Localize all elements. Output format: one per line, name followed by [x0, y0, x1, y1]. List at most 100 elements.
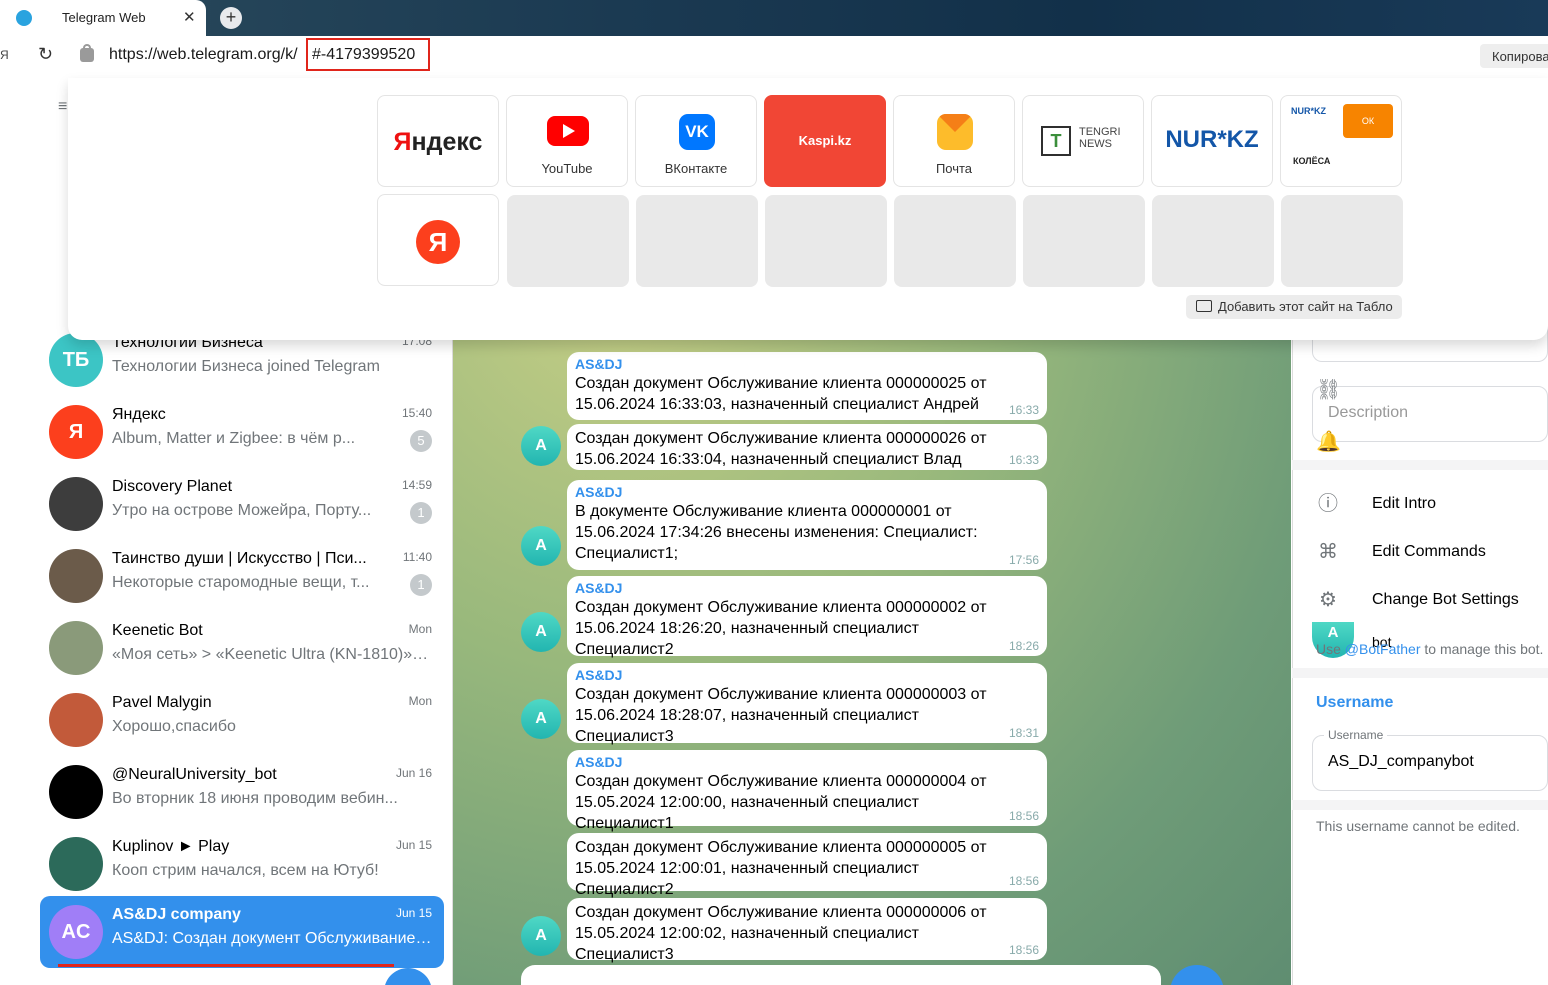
add-to-tablo-button[interactable]: Добавить этот сайт на Табло — [1186, 295, 1402, 319]
link-icon: ⛓ — [1316, 379, 1342, 401]
botfather-suffix: to manage this bot. — [1420, 641, 1544, 657]
separator — [1292, 460, 1548, 470]
tile-vk[interactable]: VK ВКонтакте — [635, 95, 757, 187]
chat-name: Таинство души | Искусство | Пси... — [112, 550, 367, 567]
message-bubble[interactable]: AS&DJ Создан документ Обслуживание клиент… — [567, 352, 1047, 420]
mini-kolesa: КОЛЁСА — [1293, 156, 1331, 166]
new-tab-button[interactable]: + — [220, 7, 242, 29]
chat-item[interactable]: Таинство души | Искусство | Пси... Некото… — [40, 540, 444, 612]
message-text: Создан документ Обслуживание клиента 000… — [575, 686, 987, 745]
tile-empty[interactable] — [1152, 195, 1274, 287]
tile-kaspi[interactable]: Kaspi.kz — [764, 95, 886, 187]
message-input[interactable] — [521, 965, 1161, 985]
chat-last-message: Технологии Бизнеса joined Telegram — [112, 358, 380, 375]
chat-item[interactable]: Я Яндекс Album, Matter и Zigbee: в чём р..… — [40, 396, 444, 468]
avatar — [49, 693, 103, 747]
telegram-icon — [16, 10, 32, 26]
sender-avatar[interactable]: A — [521, 426, 561, 466]
chat-item[interactable]: AC AS&DJ company AS&DJ: Создан документ Об… — [40, 896, 444, 968]
tile-nurkz[interactable]: NUR*KZ — [1151, 95, 1273, 187]
message-bubble[interactable]: AS&DJ Создан документ Обслуживание клиент… — [567, 663, 1047, 745]
yandex-browser-icon[interactable]: Я — [0, 48, 14, 64]
message-time: 18:56 — [1008, 943, 1039, 957]
avatar: ТБ — [49, 333, 103, 387]
message-sender: AS&DJ — [575, 667, 623, 683]
botfather-link[interactable]: @BotFather — [1345, 641, 1421, 657]
message-text: Создан документ Обслуживание клиента 000… — [575, 773, 987, 832]
yandex-logo: Яндекс — [393, 128, 483, 156]
tile-empty[interactable] — [1281, 195, 1403, 287]
tile-group[interactable]: NUR*KZ ОК КОЛЁСА — [1280, 95, 1402, 187]
info-icon: ⓘ — [1318, 493, 1338, 515]
chat-time: Mon — [408, 694, 432, 708]
tile-empty[interactable] — [1023, 195, 1145, 287]
youtube-icon — [547, 116, 589, 146]
annotation-underline — [58, 964, 394, 967]
chat-name: Keenetic Bot — [112, 622, 203, 639]
menu-icon[interactable]: ≡ — [58, 98, 67, 116]
copy-button[interactable]: Копирова — [1480, 44, 1548, 68]
tengri-line1: TENGRI — [1079, 126, 1121, 138]
avatar — [49, 477, 103, 531]
chat-name: AS&DJ company — [112, 906, 241, 923]
chat-time: Mon — [408, 622, 432, 636]
chat-last-message: Album, Matter и Zigbee: в чём р... — [112, 430, 356, 447]
chat-item[interactable]: @NeuralUniversity_bot Во вторник 18 июня … — [40, 756, 444, 828]
chat-last-message: Утро на острове Можейра, Порту... — [112, 502, 372, 519]
chat-item[interactable]: Pavel Malygin Хорошо,спасибо Mon — [40, 684, 444, 756]
username-value: AS_DJ_companybot — [1328, 753, 1474, 770]
edit-intro-item[interactable]: Edit Intro — [1372, 495, 1436, 513]
unread-badge: 1 — [410, 574, 432, 596]
edit-commands-item[interactable]: Edit Commands — [1372, 543, 1486, 561]
tile-mail[interactable]: Почта — [893, 95, 1015, 187]
reload-icon[interactable]: ↻ — [38, 44, 53, 65]
bot-icon: ⚙ — [1319, 589, 1337, 611]
separator — [1292, 800, 1548, 810]
tile-empty[interactable] — [636, 195, 758, 287]
message-sender: AS&DJ — [575, 754, 623, 770]
unread-badge: 5 — [410, 430, 432, 452]
tile-empty[interactable] — [894, 195, 1016, 287]
tile-empty[interactable] — [507, 195, 629, 287]
close-icon[interactable]: ✕ — [183, 8, 196, 26]
message-bubble[interactable]: Создан документ Обслуживание клиента 000… — [567, 833, 1047, 898]
tile-label: YouTube — [541, 161, 593, 176]
message-bubble[interactable]: Создан документ Обслуживание клиента 000… — [567, 898, 1047, 963]
message-time: 18:56 — [1008, 874, 1039, 888]
chat-name: Kuplinov ► Play — [112, 838, 230, 855]
lock-icon — [80, 48, 94, 62]
chat-item[interactable]: Keenetic Bot «Моя сеть» > «Keenetic Ultra… — [40, 612, 444, 684]
chat-item[interactable]: Kuplinov ► Play Кооп стрим начался, всем … — [40, 828, 444, 900]
change-settings-item[interactable]: Change Bot Settings — [1372, 591, 1519, 609]
tile-youtube[interactable]: YouTube — [506, 95, 628, 187]
username-note: This username cannot be edited. — [1316, 818, 1520, 834]
sender-avatar[interactable]: A — [521, 612, 561, 652]
message-bubble[interactable]: AS&DJ Создан документ Обслуживание клиент… — [567, 576, 1047, 658]
tile-empty[interactable] — [765, 195, 887, 287]
kaspi-logo: Kaspi.kz — [798, 133, 852, 148]
bell-icon: 🔔 — [1316, 431, 1341, 453]
chat-item[interactable]: Discovery Planet Утро на острове Можейра,… — [40, 468, 444, 540]
url-text[interactable]: https://web.telegram.org/k/ — [109, 46, 298, 64]
message-time: 16:33 — [1008, 453, 1039, 467]
avatar — [49, 765, 103, 819]
chat-last-message: Кооп стрим начался, всем на Ютуб! — [112, 862, 379, 879]
message-time: 18:31 — [1008, 726, 1039, 740]
chat-last-message: Во вторник 18 июня проводим вебин... — [112, 790, 398, 807]
sender-avatar[interactable]: A — [521, 916, 561, 956]
sender-avatar[interactable]: A — [521, 699, 561, 739]
tile-tengri[interactable]: T TENGRI NEWS — [1022, 95, 1144, 187]
message-text: Создан документ Обслуживание клиента 000… — [575, 839, 987, 898]
tile-yandex-round[interactable]: Я — [377, 194, 499, 286]
tile-yandex[interactable]: Яндекс — [377, 95, 499, 187]
message-bubble[interactable]: AS&DJ Создан документ Обслуживание клиент… — [567, 750, 1047, 832]
avatar — [49, 621, 103, 675]
sender-avatar[interactable]: A — [521, 526, 561, 566]
separator — [1292, 668, 1548, 678]
message-text: Создан документ Обслуживание клиента 000… — [575, 904, 987, 963]
message-bubble[interactable]: AS&DJ В документе Обслуживание клиента 00… — [567, 480, 1047, 570]
message-text: В документе Обслуживание клиента 0000000… — [575, 503, 978, 562]
message-bubble[interactable]: Создан документ Обслуживание клиента 000… — [567, 424, 1047, 470]
chat-time: Jun 16 — [395, 766, 432, 780]
tengri-icon: T — [1041, 126, 1071, 156]
